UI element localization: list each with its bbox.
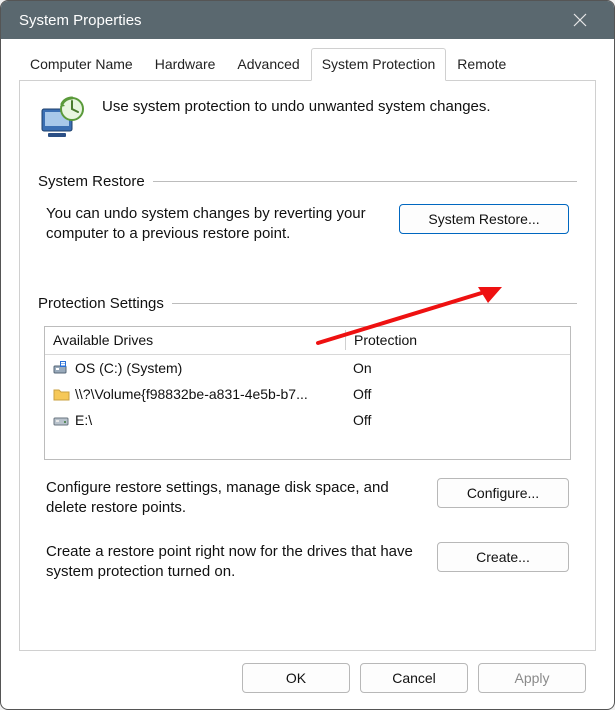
restore-description: You can undo system changes by reverting… — [46, 204, 381, 245]
drive-row[interactable]: E:\ Off — [45, 407, 570, 433]
window-title: System Properties — [19, 12, 558, 29]
restore-row: You can undo system changes by reverting… — [38, 204, 577, 245]
drive-name: E:\ — [75, 412, 92, 428]
group-title: Protection Settings — [38, 295, 172, 312]
configure-button[interactable]: Configure... — [437, 478, 569, 508]
drive-protection: Off — [345, 386, 570, 402]
create-button[interactable]: Create... — [437, 542, 569, 572]
drives-header: Available Drives Protection — [45, 327, 570, 355]
drive-name: \\?\Volume{f98832be-a831-4e5b-b7... — [75, 386, 308, 402]
drive-icon — [53, 412, 71, 428]
intro-text: Use system protection to undo unwanted s… — [102, 95, 491, 117]
tab-advanced[interactable]: Advanced — [226, 48, 310, 81]
drive-system-icon — [53, 360, 71, 376]
tab-system-protection[interactable]: System Protection — [311, 48, 447, 81]
tab-hardware[interactable]: Hardware — [144, 48, 227, 81]
tabstrip: Computer Name Hardware Advanced System P… — [19, 47, 596, 81]
tab-panel: Use system protection to undo unwanted s… — [19, 81, 596, 651]
tab-computer-name[interactable]: Computer Name — [19, 48, 144, 81]
system-restore-button[interactable]: System Restore... — [399, 204, 569, 234]
drive-protection: Off — [345, 412, 570, 428]
system-properties-dialog: System Properties Computer Name Hardware… — [0, 0, 615, 710]
system-protection-icon — [38, 95, 86, 143]
group-title: System Restore — [38, 173, 153, 190]
create-text: Create a restore point right now for the… — [46, 542, 419, 583]
drive-row[interactable]: OS (C:) (System) On — [45, 355, 570, 381]
apply-button[interactable]: Apply — [478, 663, 586, 693]
create-row: Create a restore point right now for the… — [38, 542, 577, 583]
group-rule — [172, 303, 577, 304]
intro-row: Use system protection to undo unwanted s… — [38, 95, 577, 143]
dialog-footer: OK Cancel Apply — [13, 651, 602, 699]
group-protection-settings: Protection Settings Available Drives Pro… — [38, 295, 577, 583]
group-system-restore: System Restore You can undo system chang… — [38, 173, 577, 245]
tab-remote[interactable]: Remote — [446, 48, 517, 81]
configure-text: Configure restore settings, manage disk … — [46, 478, 419, 519]
group-rule — [153, 181, 577, 182]
cancel-button[interactable]: Cancel — [360, 663, 468, 693]
drives-list[interactable]: Available Drives Protection — [44, 326, 571, 460]
group-header: Protection Settings — [38, 295, 577, 312]
close-icon — [573, 13, 587, 27]
close-button[interactable] — [558, 5, 602, 35]
column-protection: Protection — [346, 332, 570, 348]
group-header: System Restore — [38, 173, 577, 190]
drive-protection: On — [345, 360, 570, 376]
column-drives: Available Drives — [45, 332, 345, 348]
configure-row: Configure restore settings, manage disk … — [38, 478, 577, 519]
drive-name: OS (C:) (System) — [75, 360, 182, 376]
ok-button[interactable]: OK — [242, 663, 350, 693]
drive-row[interactable]: \\?\Volume{f98832be-a831-4e5b-b7... Off — [45, 381, 570, 407]
dialog-body: Computer Name Hardware Advanced System P… — [1, 39, 614, 709]
folder-icon — [53, 386, 71, 402]
titlebar[interactable]: System Properties — [1, 1, 614, 39]
